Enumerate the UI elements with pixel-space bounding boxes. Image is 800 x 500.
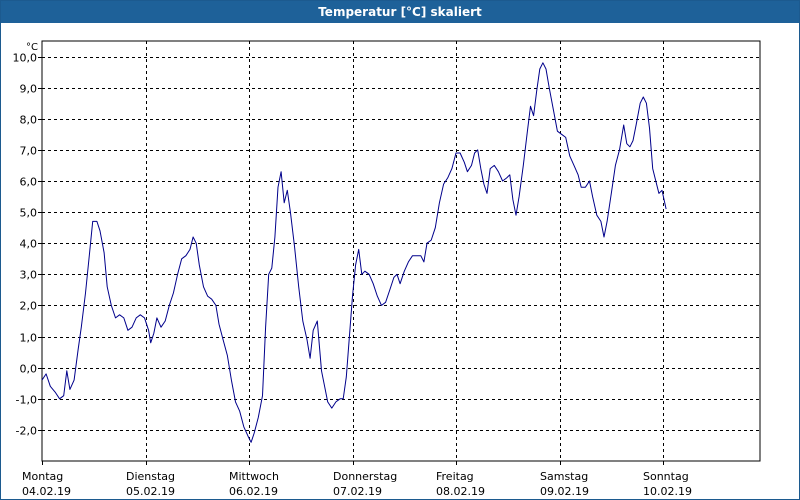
x-tick-date: 08.02.19 — [436, 485, 485, 498]
y-tick-label: 9,0 — [20, 83, 38, 96]
y-tick-label: 1,0 — [20, 332, 38, 345]
y-tick-label: -1,0 — [16, 394, 37, 407]
x-tick-weekday: Montag — [22, 470, 63, 483]
temperature-chart: °C 10,09,08,07,06,05,04,03,02,01,00,0-1,… — [13, 40, 761, 498]
y-tick-label: 0,0 — [20, 363, 38, 376]
x-tick-date: 04.02.19 — [22, 485, 71, 498]
x-tick-labels: Montag 04.02.19 Dienstag 05.02.19 Mittwoch 06… — [22, 461, 692, 498]
x-tick-date: 09.02.19 — [540, 485, 589, 498]
chart-window: Temperatur [°C] skaliert °C 10,0 9,0 8,0 7,… — [0, 0, 800, 500]
grid-lines — [42, 41, 760, 461]
y-tick-label: 2,0 — [20, 300, 38, 313]
x-tick-weekday: Sonntag — [643, 470, 689, 483]
y-tick-label: 3,0 — [20, 269, 38, 282]
x-tick-weekday: Mittwoch — [229, 470, 279, 483]
x-tick-date: 06.02.19 — [229, 485, 278, 498]
y-tick-label: 10,0 — [13, 52, 38, 65]
x-tick-date: 07.02.19 — [333, 485, 382, 498]
y-tick-labels: 10,0 9,0 8,0 7,0 6,0 5,0 4,0 3,0 2,0 1,0 0,0 -1,0 -2… — [13, 52, 42, 438]
plot-area-border — [41, 40, 761, 462]
y-tick-label: 7,0 — [20, 145, 38, 158]
x-tick-date: 10.02.19 — [643, 485, 692, 498]
x-tick-weekday: Donnerstag — [333, 470, 397, 483]
y-tick-label: 5,0 — [20, 207, 38, 220]
x-tick-date: 05.02.19 — [126, 485, 175, 498]
x-tick-weekday: Samstag — [540, 470, 588, 483]
y-tick-label: -2,0 — [16, 425, 37, 438]
x-tick-weekday: Freitag — [436, 470, 474, 483]
window-title: Temperatur [°C] skaliert — [1, 1, 799, 23]
x-tick-weekday: Dienstag — [126, 470, 175, 483]
y-tick-label: 8,0 — [20, 114, 38, 127]
y-tick-label: 6,0 — [20, 176, 38, 189]
y-tick-label: 4,0 — [20, 238, 38, 251]
